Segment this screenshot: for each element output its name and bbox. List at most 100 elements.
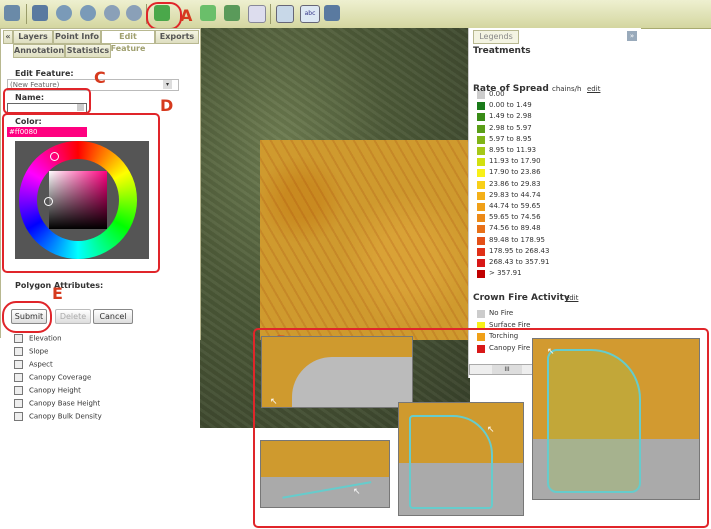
cursor-icon: ↖ [487,425,495,435]
ros-swatch [477,180,485,189]
fire-behavior-overlay [260,140,470,340]
print-icon[interactable] [276,5,294,23]
highlight-c [3,88,91,114]
ros-label: 23.86 to 29.83 [489,179,541,188]
draw-feature-icon[interactable] [200,5,216,21]
ros-swatch [477,259,485,267]
checkbox-icon[interactable] [14,373,23,382]
ros-label: 29.83 to 44.74 [489,190,541,199]
thumbnail-4: ↖ [532,338,700,500]
checkbox-icon[interactable] [14,334,23,343]
ros-swatch [477,91,485,99]
ros-swatch [477,225,485,234]
thumbnail-1: ↖ [261,336,413,408]
checkbox-icon[interactable] [14,412,23,421]
cfa-swatch [477,310,485,318]
export-icon[interactable] [324,5,340,21]
highlight-d [2,113,160,273]
ros-swatch [477,236,485,245]
ros-swatch [477,147,485,155]
layer-row[interactable]: Slope [14,347,48,356]
ros-edit-link[interactable]: edit [587,85,600,93]
tab-statistics[interactable]: Statistics [65,44,111,58]
ros-label: > 357.91 [489,269,522,278]
ros-swatch [477,102,485,111]
layer-list: Elevation Slope Aspect Canopy Coverage C… [0,334,200,428]
ros-label: 89.48 to 178.95 [489,235,546,244]
callout-c: C [94,68,106,87]
zoom-out-icon[interactable] [80,5,96,21]
delete-button[interactable]: Delete [55,309,91,324]
ros-label: 178.95 to 268.43 [489,246,550,255]
tab-edit-feature[interactable]: Edit Feature [101,30,155,53]
ros-swatch [477,203,485,211]
checkbox-icon[interactable] [14,360,23,369]
callout-a: A [180,6,193,25]
ros-swatch [477,113,485,122]
cursor-icon: ↖ [270,397,278,407]
ros-swatch [477,191,485,200]
layer-row[interactable]: Canopy Height [14,386,81,395]
crown-fire-heading: Crown Fire Activity [473,293,570,303]
ros-label: 17.90 to 23.86 [489,168,541,177]
ros-swatch [477,214,485,223]
ros-unit: chains/h [552,85,582,93]
collapse-right-icon[interactable]: » [627,31,637,41]
ros-label: 0.00 to 1.49 [489,101,532,110]
toolbar: abc [0,0,711,29]
cursor-icon: ↖ [353,487,361,497]
ros-label: 1.49 to 2.98 [489,112,532,121]
layer-row[interactable]: Canopy Bulk Density [14,412,102,421]
layer-row[interactable]: Canopy Coverage [14,373,91,382]
layer-row[interactable]: Aspect [14,360,53,369]
tab-exports[interactable]: Exports [155,30,199,44]
identify-icon[interactable] [248,5,266,23]
ros-label: 8.95 to 11.93 [489,146,537,154]
ros-label: 0.00 [489,90,505,98]
cursor-icon: ↖ [547,347,555,357]
ros-swatch [477,158,485,167]
zoom-extent-icon[interactable] [32,5,48,21]
label-abc-icon[interactable]: abc [300,5,320,23]
cfa-label: No Fire [489,309,514,317]
zoom-next-icon[interactable] [126,5,142,21]
thumbnail-3: ↖ [398,402,524,516]
checkbox-icon[interactable] [14,347,23,356]
collapse-left-icon[interactable]: « [3,30,13,44]
highlight-a [146,2,182,30]
tab-legends[interactable]: Legends [473,30,519,44]
edit-feature-icon[interactable] [224,5,240,21]
ros-label: 44.74 to 59.65 [489,202,541,210]
chevron-down-icon: ▾ [163,80,172,89]
callout-d: D [160,96,174,115]
ros-swatch [477,124,485,133]
legend-panel: Legends » Treatments Rate of Spread chai… [468,28,641,378]
treatments-heading: Treatments [473,46,531,56]
highlight-e [2,301,52,333]
thumbnail-2: ↖ [260,440,390,508]
ros-label: 268.43 to 357.91 [489,258,550,266]
ros-swatch [477,270,485,279]
tab-layers[interactable]: Layers [13,30,53,44]
layer-row[interactable]: Canopy Base Height [14,399,100,408]
layer-row[interactable]: Elevation [14,334,62,343]
tab-annotation[interactable]: Annotation [13,44,65,58]
cancel-button[interactable]: Cancel [93,309,133,324]
ros-swatch [477,135,485,144]
ros-label: 5.97 to 8.95 [489,134,532,143]
checkbox-icon[interactable] [14,386,23,395]
zoom-previous-icon[interactable] [104,5,120,21]
cfa-edit-link[interactable]: edit [565,294,578,302]
ros-label: 74.56 to 89.48 [489,224,541,233]
tab-point-info[interactable]: Point Info [53,30,101,44]
checkbox-icon[interactable] [14,399,23,408]
edit-feature-title: Edit Feature: [15,69,74,78]
zoom-in-icon[interactable] [56,5,72,21]
callout-e: E [52,284,63,303]
ros-swatch [477,247,485,256]
ros-swatch [477,169,485,178]
ros-label: 2.98 to 5.97 [489,123,532,132]
ros-label: 11.93 to 17.90 [489,157,541,166]
ros-label: 59.65 to 74.56 [489,213,541,222]
pan-icon[interactable] [4,5,20,21]
